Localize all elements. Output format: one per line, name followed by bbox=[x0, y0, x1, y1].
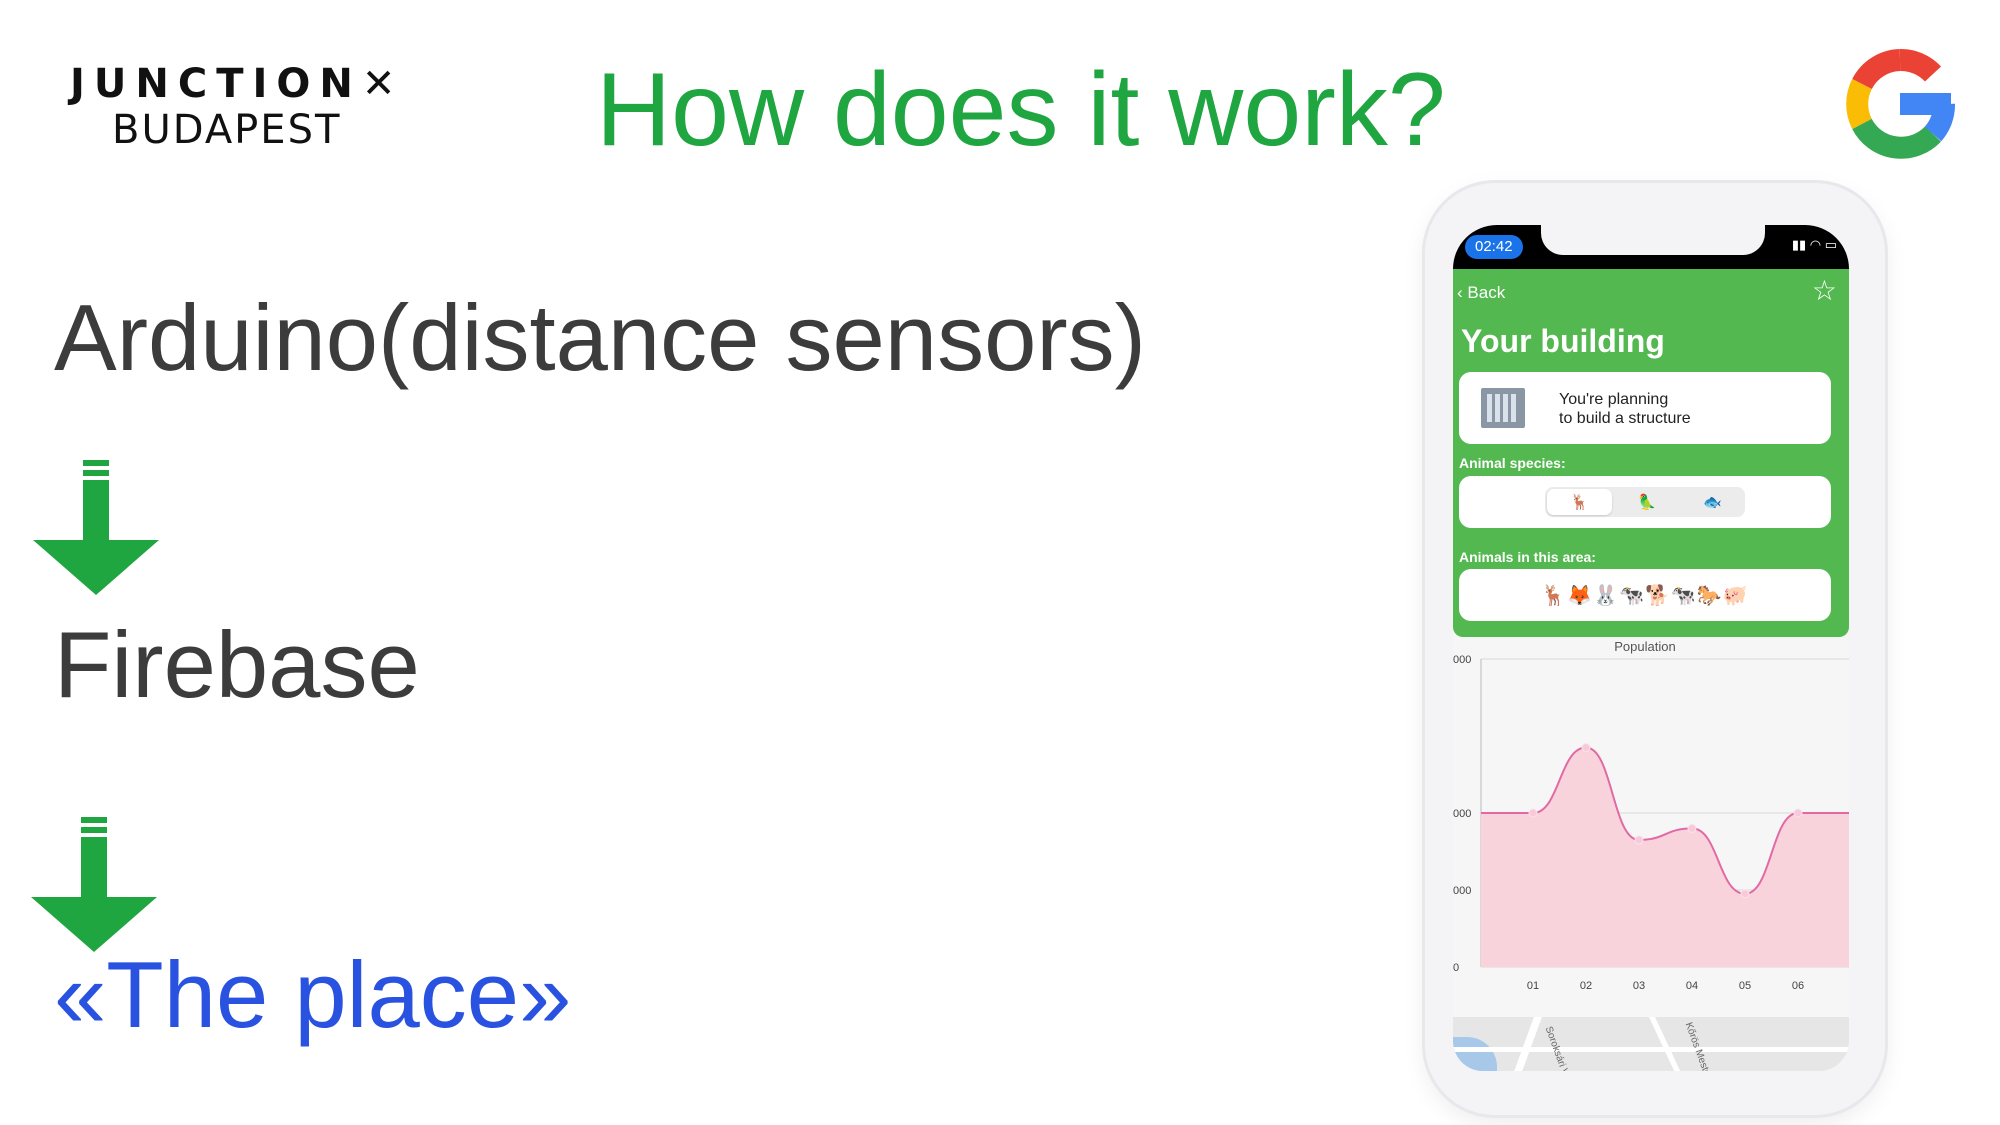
y-tick-label: 0 bbox=[1453, 962, 1459, 974]
building-card: You're planning to build a structure bbox=[1459, 372, 1831, 444]
chart-point bbox=[1687, 823, 1697, 833]
x-tick-label: 04 bbox=[1686, 980, 1698, 992]
species-option-deer[interactable]: 🦌 bbox=[1547, 489, 1613, 515]
y-tick-label: 000 bbox=[1453, 808, 1471, 820]
google-g-icon bbox=[1846, 49, 1955, 159]
card-text-line-1: You're planning bbox=[1559, 391, 1669, 408]
x-tick-label: 06 bbox=[1792, 980, 1804, 992]
step-firebase: Firebase bbox=[54, 612, 420, 717]
y-tick-label: 000 bbox=[1453, 654, 1471, 666]
species-label: Animal species: bbox=[1459, 455, 1566, 471]
population-chart: Population 000 000 000 0 01 02 03 04 05 06 bbox=[1453, 637, 1849, 1017]
species-card: 🦌 🦜 🐟 bbox=[1459, 476, 1831, 528]
down-arrow-icon bbox=[33, 460, 159, 595]
star-icon[interactable]: ☆ bbox=[1812, 277, 1837, 305]
card-text-line-2: to build a structure bbox=[1559, 410, 1691, 427]
map-road bbox=[1453, 1047, 1849, 1052]
chart-point bbox=[1634, 835, 1644, 845]
phone-mockup: 02:42 ▮▮ ◠ ▭ ‹ Back ☆ Your building You'… bbox=[1425, 183, 1885, 1115]
population-chart-svg: Population000000000001 02 03 04 05 06 bbox=[1453, 639, 1849, 992]
building-panel: ‹ Back ☆ Your building You're planning t… bbox=[1453, 269, 1849, 637]
logo-line-2: BUDAPEST bbox=[112, 107, 342, 153]
back-label: Back bbox=[1467, 283, 1506, 302]
x-tick-label: 01 bbox=[1527, 980, 1539, 992]
step-arduino: Arduino(distance sensors) bbox=[54, 285, 1146, 390]
junction-logo: JUNCTION✕ BUDAPEST bbox=[70, 60, 405, 153]
phone-screen: 02:42 ▮▮ ◠ ▭ ‹ Back ☆ Your building You'… bbox=[1453, 225, 1849, 1071]
x-tick-label: 03 bbox=[1633, 980, 1645, 992]
species-option-bird[interactable]: 🦜 bbox=[1614, 487, 1679, 517]
down-arrow-icon bbox=[31, 817, 157, 952]
species-segmented-control[interactable]: 🦌 🦜 🐟 bbox=[1545, 487, 1745, 517]
panel-title: Your building bbox=[1461, 323, 1665, 359]
chart-point bbox=[1740, 889, 1750, 899]
step-the-place: «The place» bbox=[54, 942, 572, 1047]
back-button[interactable]: ‹ Back bbox=[1457, 283, 1505, 303]
chart-area-fill bbox=[1481, 747, 1849, 967]
chevron-left-icon: ‹ bbox=[1457, 283, 1463, 302]
map-water bbox=[1453, 1037, 1497, 1071]
map-view[interactable]: Soroksári Way Kőrös Mester St bbox=[1453, 1017, 1849, 1071]
x-tick-label: 02 bbox=[1580, 980, 1592, 992]
chart-point bbox=[1793, 808, 1803, 818]
map-road bbox=[1649, 1017, 1683, 1071]
animals-card: 🦌🦊🐰🐄🐕🐄🐎🐖 bbox=[1459, 569, 1831, 621]
slide-title: How does it work? bbox=[596, 52, 1446, 168]
building-card-text: You're planning to build a structure bbox=[1559, 390, 1691, 428]
map-label-street-2: Kőrös Mester St bbox=[1682, 1021, 1718, 1071]
office-building-icon bbox=[1481, 388, 1525, 428]
x-tick-label: 05 bbox=[1739, 980, 1751, 992]
signal-wifi-battery-icon: ▮▮ ◠ ▭ bbox=[1791, 237, 1837, 252]
chart-point bbox=[1528, 808, 1538, 818]
phone-notch bbox=[1541, 225, 1765, 255]
animals-label: Animals in this area: bbox=[1459, 549, 1596, 565]
status-time: 02:42 bbox=[1465, 235, 1523, 259]
chart-title: Population bbox=[1614, 639, 1675, 654]
logo-line-1: JUNCTION✕ bbox=[70, 61, 405, 107]
species-option-fish[interactable]: 🐟 bbox=[1680, 487, 1745, 517]
chart-point bbox=[1581, 743, 1591, 753]
y-tick-label: 000 bbox=[1453, 885, 1471, 897]
map-road bbox=[1512, 1017, 1542, 1071]
